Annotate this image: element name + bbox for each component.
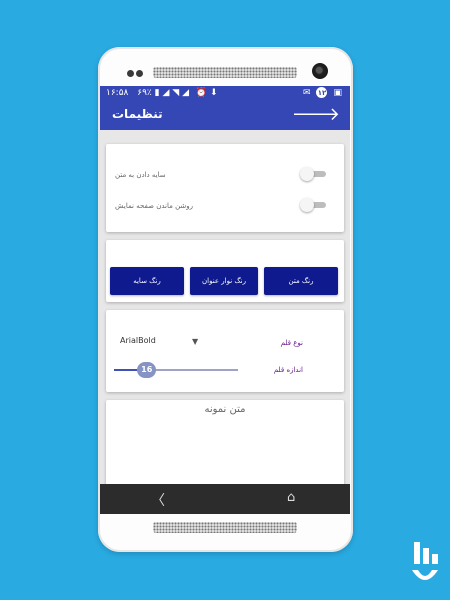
font-size-slider[interactable]: 16 [114, 362, 240, 378]
switch-thumb [300, 198, 314, 212]
arrow-back-icon[interactable]: 🡒 [292, 106, 340, 124]
slider-knob[interactable]: 16 [137, 362, 157, 378]
app-notification-icon: ✉ [302, 87, 311, 98]
status-left: ۱۶:۵۸ ۶۹٪ ▮ ◢ ◥ ◢ ⏰ ⬇ [106, 88, 218, 98]
font-type-value: ArialBold [120, 336, 156, 345]
switch-thumb [300, 167, 314, 181]
image-notification-icon: ▣ [333, 87, 342, 98]
signal-icon: ◢ [162, 88, 170, 98]
color-buttons-card: رنگ سایه رنگ نوار عنوان رنگ متن [106, 240, 344, 302]
wifi-icon: ◥ [172, 88, 180, 98]
front-camera [312, 63, 328, 79]
notification-count-badge: ۱۲ [316, 87, 328, 98]
screen-on-switch[interactable] [300, 198, 328, 212]
battery-icon: ▮ [154, 88, 160, 98]
app-bar: تنظیمات 🡒 [100, 102, 350, 130]
shadow-text-switch[interactable] [300, 167, 328, 181]
signal-x-icon: ◢ [182, 88, 189, 98]
shadow-color-button[interactable]: رنگ سایه [110, 267, 184, 295]
title-bar-color-button[interactable]: رنگ نوار عنوان [190, 267, 258, 295]
download-icon: ⬇ [209, 88, 218, 98]
status-right: ✉ ۱۲ ▣ [303, 87, 342, 98]
home-icon[interactable]: ⌂ [287, 490, 295, 505]
navigation-bar: 〈 ⌂ [100, 484, 350, 514]
top-speaker-grille [153, 67, 297, 78]
sample-text: متن نمونه [204, 404, 246, 415]
screen-on-label: روشن ماندن صفحه نمایش [115, 202, 194, 210]
phone-screen: ۱۶:۵۸ ۶۹٪ ▮ ◢ ◥ ◢ ⏰ ⬇ ✉ ۱۲ ▣ تنظیمات 🡒 س… [100, 86, 350, 514]
bazaar-logo-icon [412, 542, 438, 580]
font-size-label: اندازه قلم [273, 366, 303, 374]
alarm-icon: ⏰ [195, 88, 208, 98]
toggle-settings-card: سایه دادن به متن روشن ماندن صفحه نمایش [106, 144, 344, 232]
bottom-speaker-grille [153, 522, 297, 533]
chevron-down-icon: ▼ [192, 337, 199, 346]
sensor-dot [136, 70, 143, 77]
status-time: ۱۶:۵۸ [106, 88, 129, 98]
page-title: تنظیمات [112, 107, 163, 121]
status-battery: ۶۹٪ [137, 88, 152, 98]
back-triangle-icon[interactable]: 〈 [151, 490, 165, 510]
sensor-dot [127, 70, 134, 77]
shadow-text-label: سایه دادن به متن [115, 171, 166, 179]
text-color-button[interactable]: رنگ متن [264, 267, 338, 295]
font-type-dropdown[interactable]: ArialBold ▼ [120, 336, 210, 350]
status-bar: ۱۶:۵۸ ۶۹٪ ▮ ◢ ◥ ◢ ⏰ ⬇ ✉ ۱۲ ▣ [100, 86, 350, 102]
font-type-label: نوع قلم [280, 339, 303, 347]
font-settings-card: ArialBold ▼ نوع قلم اندازه قلم 16 [106, 310, 344, 392]
